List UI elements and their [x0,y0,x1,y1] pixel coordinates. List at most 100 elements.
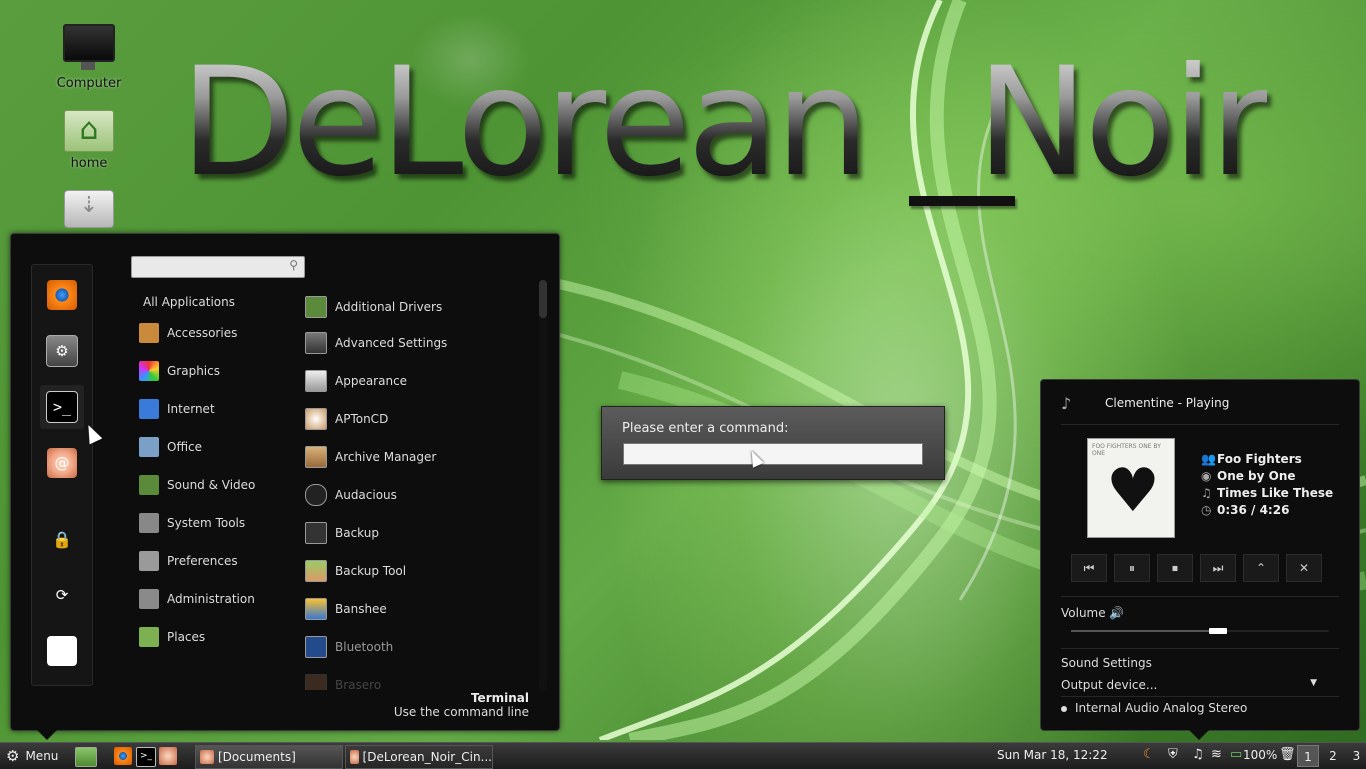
app-list-scrollbar[interactable] [539,280,547,690]
category-list: All Applications Accessories Graphics In… [131,290,291,656]
desktop-icon-label: home [70,156,108,171]
volume-slider[interactable] [1071,630,1329,632]
scrollbar-thumb[interactable] [539,280,547,318]
next-button[interactable]: ⏭ [1200,554,1236,582]
previous-button[interactable]: ⏮ [1071,554,1107,582]
shield-icon[interactable]: ⛨ [1168,747,1178,762]
app-aptoncd[interactable]: APTonCD [305,400,537,438]
app-additional-drivers[interactable]: Additional Drivers [305,290,537,324]
backup-tool-icon [305,560,327,582]
player-controls: ⏮ ⏸ ⏹ ⏭ ⌃ ✕ [1071,554,1329,582]
monitor-icon [63,24,115,70]
office-icon [139,437,159,457]
favorite-eye-app[interactable] [40,273,84,317]
track-title-row: ♫ Times Like These [1201,486,1333,503]
power-icon: ⏻ [47,636,77,666]
music-note-icon[interactable]: ♫ [1192,747,1204,762]
desktop-icon-usb[interactable] [44,190,134,228]
internet-icon [139,399,159,419]
category-label: Office [167,440,203,454]
settings-app-icon: ⚙ [46,335,78,367]
favorite-debian-swirl[interactable]: @ [40,441,84,485]
debian-launcher[interactable] [159,747,177,765]
weather-icon[interactable]: ☾ [1143,747,1155,762]
trash-icon[interactable]: 🗑 [1279,747,1296,762]
category-accessories[interactable]: Accessories [131,314,291,352]
track-artist: Foo Fighters [1217,452,1302,466]
eye-app-launcher[interactable] [114,747,132,765]
dropdown-arrow-icon: ▼ [1310,678,1317,688]
category-graphics[interactable]: Graphics [131,352,291,390]
taskbar-window-documents[interactable]: [Documents] [195,745,343,769]
pause-button[interactable]: ⏸ [1114,554,1150,582]
music-note-icon: ♪ [1061,394,1072,413]
eject-button[interactable]: ⌃ [1243,554,1279,582]
close-player-button[interactable]: ✕ [1286,554,1322,582]
desktop-icon-computer[interactable]: Computer [44,24,134,91]
category-preferences[interactable]: Preferences [131,542,291,580]
app-brasero[interactable]: Brasero [305,666,537,690]
category-system-tools[interactable]: System Tools [131,504,291,542]
desktop-icon-home[interactable]: home [44,110,134,171]
shutdown-button[interactable]: ⏻ [40,629,84,673]
clock[interactable]: Sun Mar 18, 12:22 [997,748,1108,762]
category-label: Sound & Video [167,478,256,492]
terminal-launcher[interactable]: >_ [136,747,156,767]
popup-pointer-arrow [1189,730,1209,740]
logout-button[interactable]: ⟳ [40,573,84,617]
workspace-2[interactable]: 2 [1322,745,1344,767]
wallpaper-title-underscore [909,196,1015,206]
run-command-prompt: Please enter a command: [622,421,789,436]
workspace-1[interactable]: 1 [1297,745,1319,767]
app-archive-manager[interactable]: Archive Manager [305,438,537,476]
accessories-icon [139,323,159,343]
app-advanced-settings[interactable]: Advanced Settings [305,324,537,362]
favorite-settings-app[interactable]: ⚙ [40,329,84,373]
lock-screen-button[interactable]: 🔒 [40,517,84,561]
audacious-icon [305,484,327,506]
app-label: Backup Tool [335,564,407,578]
app-banshee[interactable]: Banshee [305,590,537,628]
logout-icon: ⟳ [55,586,69,604]
speaker-icon: 🔊 [1109,606,1124,620]
places-folder-icon [139,627,159,647]
menu-search-input[interactable] [138,258,282,278]
category-places[interactable]: Places [131,618,291,656]
output-device-item[interactable]: Output device... ▼ [1061,678,1317,692]
favorite-terminal[interactable]: >_ [40,385,84,429]
menu-label: Menu [25,749,59,763]
run-command-dialog: Please enter a command: [601,406,945,480]
run-command-input[interactable] [628,444,922,465]
output-option[interactable]: Internal Audio Analog Stereo [1061,701,1247,715]
lock-icon: 🔒 [52,529,72,549]
app-bluetooth[interactable]: Bluetooth [305,628,537,666]
stop-button[interactable]: ⏹ [1157,554,1193,582]
taskbar-window-delorean[interactable]: [DeLorean_Noir_Cin... [345,745,493,769]
category-sound-video[interactable]: Sound & Video [131,466,291,504]
app-audacious[interactable]: Audacious [305,476,537,514]
sound-settings-item[interactable]: Sound Settings [1061,656,1152,670]
track-info: 👥Foo Fighters ◉ One by One ♫ Times Like Th… [1201,452,1333,520]
run-command-field[interactable] [623,443,923,465]
menu-search-box[interactable]: ⚲ [131,256,305,278]
divider [1061,696,1339,697]
app-backup[interactable]: Backup [305,514,537,552]
category-internet[interactable]: Internet [131,390,291,428]
category-administration[interactable]: Administration [131,580,291,618]
menu-button[interactable]: ⚙ Menu [6,746,58,766]
category-office[interactable]: Office [131,428,291,466]
volume-slider-handle[interactable] [1209,628,1228,634]
workspace-3[interactable]: 3 [1347,745,1366,767]
category-label: Internet [167,402,215,416]
output-device-label: Output device... [1061,678,1158,692]
category-all-applications[interactable]: All Applications [131,290,291,314]
show-desktop-button[interactable] [75,747,97,767]
app-backup-tool[interactable]: Backup Tool [305,552,537,590]
app-appearance[interactable]: Appearance [305,362,537,400]
backup-icon [305,522,327,544]
terminal-icon: >_ [46,391,78,423]
wifi-icon[interactable]: ≋ [1211,747,1222,762]
battery-icon[interactable]: ▭ [1230,747,1242,762]
advanced-settings-icon [305,332,327,354]
track-title: Times Like These [1217,486,1334,500]
